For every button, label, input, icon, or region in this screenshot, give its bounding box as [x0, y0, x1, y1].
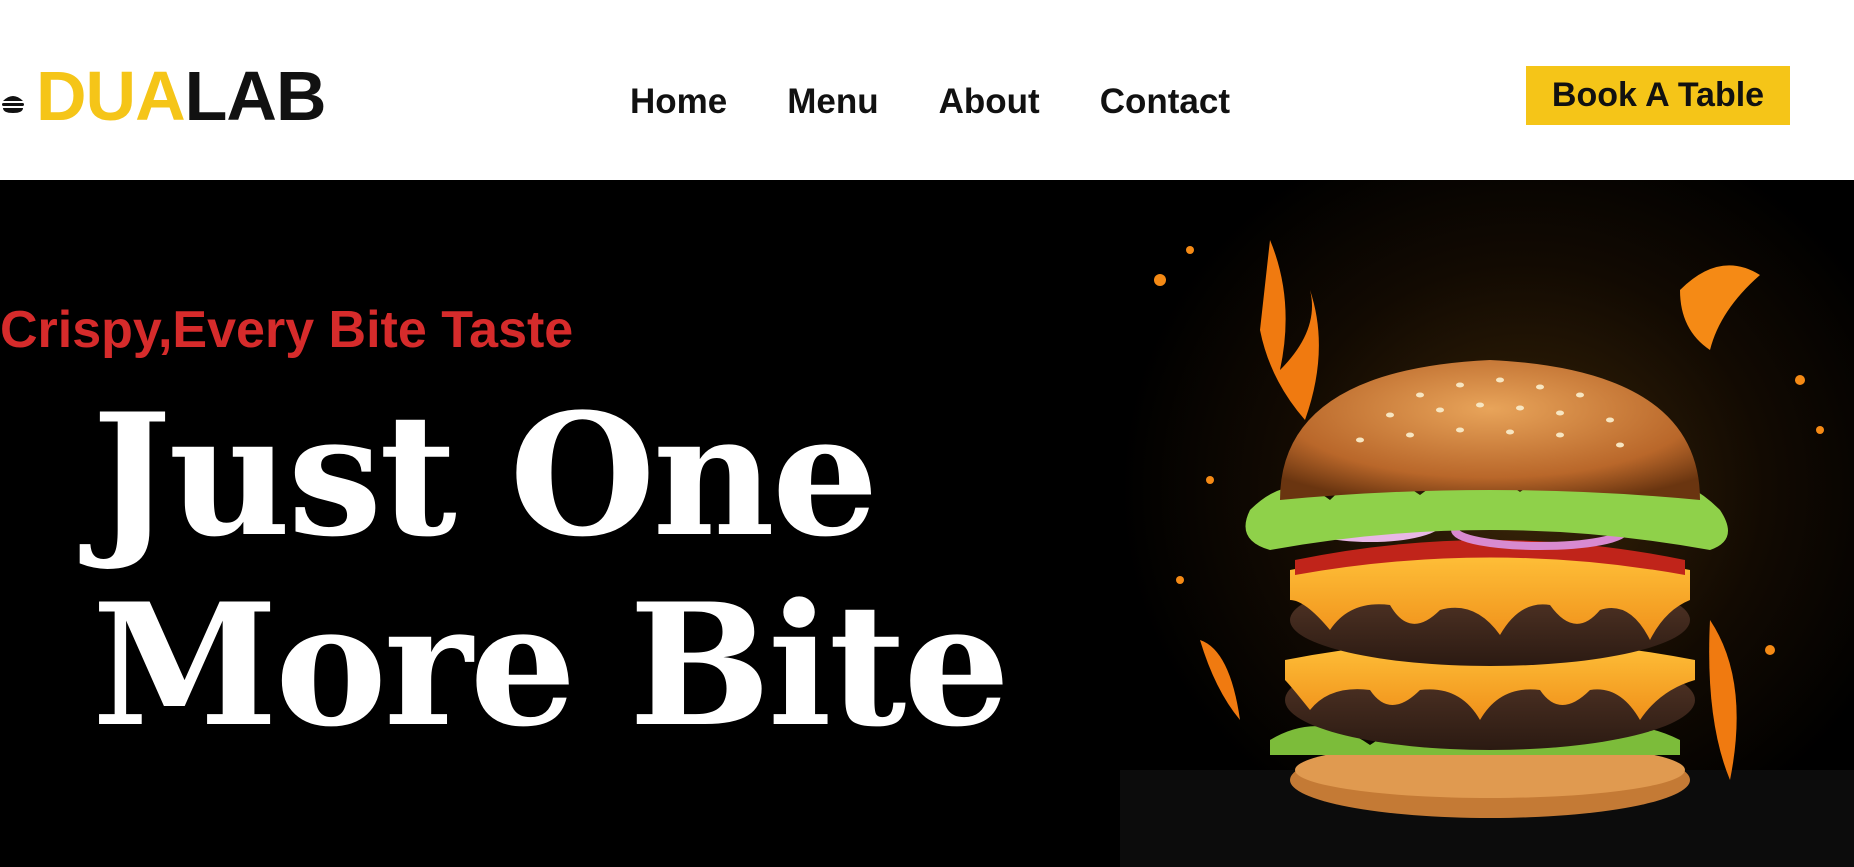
hero-headline: Just One More Bite [92, 376, 1010, 764]
logo-text-accent: DUA [36, 57, 186, 135]
hero-section: Crispy,Every Bite Taste Just One More Bi… [0, 180, 1854, 867]
logo[interactable]: DUALAB [0, 56, 327, 136]
nav-menu[interactable]: Menu [787, 78, 878, 126]
logo-text-main: LAB [184, 57, 327, 135]
site-header: DUALAB Home Menu About Contact Book A Ta… [0, 0, 1854, 180]
nav-about[interactable]: About [939, 78, 1040, 126]
page: DUALAB Home Menu About Contact Book A Ta… [0, 0, 1854, 867]
hero-headline-line1: Just One [92, 376, 879, 574]
hero-headline-line2: More Bite [92, 566, 1010, 764]
book-a-table-button[interactable]: Book A Table [1526, 66, 1790, 125]
burger-illustration [1120, 180, 1854, 867]
hero-tagline: Crispy,Every Bite Taste [0, 301, 574, 359]
nav-contact[interactable]: Contact [1100, 78, 1230, 126]
nav-home[interactable]: Home [630, 78, 727, 126]
burger-icon [2, 96, 24, 113]
burger-image [1120, 180, 1854, 867]
logo-text: DUALAB [36, 61, 327, 131]
main-nav: Home Menu About Contact [630, 78, 1230, 126]
